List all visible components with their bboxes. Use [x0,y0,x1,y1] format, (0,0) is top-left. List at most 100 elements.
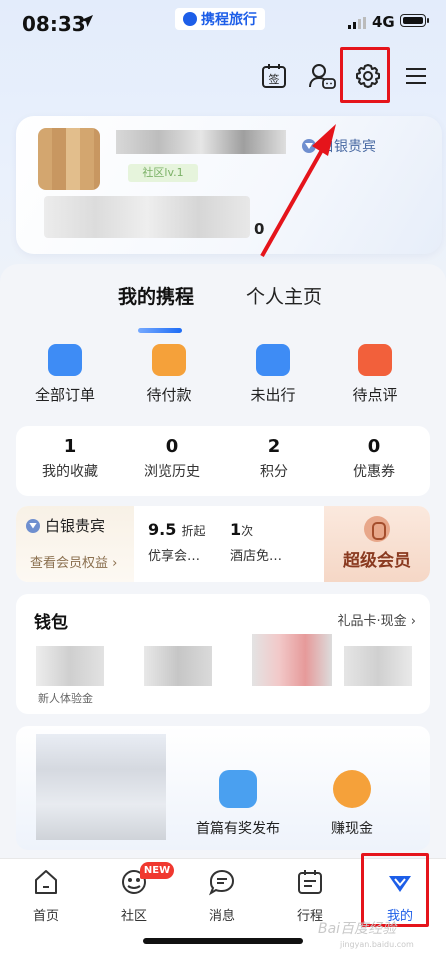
vip-diamond-icon [26,518,40,533]
username-blurred [116,130,286,154]
points-label: 积分 [260,464,288,480]
coupons-count: 0 [367,436,381,457]
svg-text:签: 签 [269,72,280,86]
coupons-label: 优惠券 [353,464,395,480]
customer-service-icon [309,64,336,89]
earn-cash-label: 赚现金 [331,821,373,837]
nav-messages-label: 消息 [208,909,235,924]
brand-logo-icon [183,12,197,26]
coupons-stat[interactable]: 0 优惠券 [324,436,424,481]
hotel-benefit-desc: 酒店免… [230,549,283,564]
status-bar: 08:33 携程旅行 4G [0,0,446,46]
tab-my-ctrip[interactable]: 我的携程 [118,282,194,309]
calendar-icon [298,870,322,894]
membership-tier-panel: 白银贵宾 查看会员权益 › [16,506,134,582]
battery-icon [400,14,429,27]
profile-zero-value: 0 [254,220,265,238]
profile-stats-blurred [44,196,250,238]
checkin-calendar-icon: 签 [262,64,286,88]
all-orders-icon [48,344,82,376]
brand-name: 携程旅行 [201,12,257,28]
status-time: 08:33 [22,12,86,36]
home-indicator [143,938,303,944]
not-traveled-button[interactable]: 未出行 [228,344,318,405]
hamburger-menu-icon [406,68,426,84]
points-count: 2 [267,436,281,457]
tab-personal-homepage[interactable]: 个人主页 [246,282,322,309]
history-stat[interactable]: 0 浏览历史 [122,436,222,481]
review-icon [358,344,392,376]
pending-payment-button[interactable]: 待付款 [124,344,214,405]
vip-label: 白银贵宾 [320,139,376,155]
vip-badge[interactable]: 白银贵宾 [302,136,376,156]
stats-card: 1 我的收藏 0 浏览历史 2 积分 0 优惠券 [16,426,430,496]
nav-messages[interactable]: 消息 [186,867,258,924]
wallet-item-blurred[interactable] [344,646,412,686]
yen-coin-icon [333,770,371,808]
first-post-reward-button[interactable]: 首篇有奖发布 [188,770,288,838]
checkin-button[interactable]: 签 [256,55,292,97]
brand-logo: 携程旅行 [175,8,265,30]
network-type: 4G [372,13,395,31]
membership-card[interactable]: 白银贵宾 查看会员权益 › 9.5 折起 优享会… 1次 酒店免… 超级会员 [16,506,430,582]
tab-active-indicator [138,328,182,333]
hotel-benefit-value: 1 [230,520,242,539]
first-post-reward-label: 首篇有奖发布 [196,821,280,837]
hotel-benefit[interactable]: 1次 酒店免… [230,520,282,564]
history-count: 0 [165,436,179,457]
points-stat[interactable]: 2 积分 [224,436,324,481]
not-traveled-icon [256,344,290,376]
nav-itinerary[interactable]: 行程 [274,867,346,924]
super-member-icon [364,516,390,542]
not-traveled-label: 未出行 [250,386,296,404]
reward-card: 首篇有奖发布 赚现金 [16,726,430,850]
all-orders-label: 全部订单 [34,386,95,404]
hotel-benefit-unit: 次 [241,524,254,538]
pending-review-button[interactable]: 待点评 [330,344,420,405]
vip-diamond-icon [302,139,316,153]
discount-benefit[interactable]: 9.5 折起 优享会… [148,520,205,564]
super-member-label: 超级会员 [343,551,411,571]
wallet-giftcard-link[interactable]: 礼品卡·现金 › [338,610,416,629]
history-label: 浏览历史 [144,464,200,480]
menu-button[interactable] [398,55,434,97]
earn-cash-button[interactable]: 赚现金 [302,770,402,838]
customer-service-button[interactable] [304,55,340,97]
pencil-icon [219,770,257,808]
profile-card[interactable]: 社区lv.1 白银贵宾 0 [16,116,442,254]
super-member-button[interactable]: 超级会员 [324,506,430,582]
nav-community-label: 社区 [120,909,147,924]
home-icon [35,870,57,894]
wallet-title: 钱包 [34,613,68,633]
watermark-sub: jingyan.baidu.com [340,940,414,949]
new-user-label: 新人体验金 [38,692,93,705]
favorites-stat[interactable]: 1 我的收藏 [20,436,120,481]
message-icon [208,869,235,896]
nav-home-label: 首页 [32,909,59,924]
see-rights-link[interactable]: 查看会员权益 › [30,552,117,571]
location-arrow-icon [81,15,93,27]
silver-tier-tag: 白银贵宾 [26,515,105,536]
wallet-card[interactable]: 钱包 礼品卡·现金 › 新人体验金 [16,594,430,714]
new-badge: NEW [140,862,174,879]
signal-icon [348,17,366,29]
favorites-label: 我的收藏 [42,464,98,480]
watermark: Bai百度经验 [318,921,397,937]
wallet-item-blurred[interactable] [252,634,332,686]
avatar[interactable] [38,128,100,190]
pending-review-label: 待点评 [352,386,398,404]
pending-payment-label: 待付款 [146,386,192,404]
main-panel: 我的携程 个人主页 全部订单 待付款 未出行 待点评 1 我的收藏 0 浏览历史 2… [0,264,446,864]
wallet-icon [152,344,186,376]
order-shortcuts: 全部订单 待付款 未出行 待点评 [16,344,430,414]
level-tag[interactable]: 社区lv.1 [128,164,198,182]
wallet-item-blurred[interactable] [144,646,212,686]
tier-label: 白银贵宾 [45,517,106,535]
discount-unit: 折起 [181,524,206,538]
settings-highlight-box [340,47,390,103]
wallet-item-blurred[interactable] [36,646,104,686]
reward-blurred [36,734,166,840]
discount-value: 9.5 [148,520,177,539]
all-orders-button[interactable]: 全部订单 [20,344,110,405]
nav-home[interactable]: 首页 [10,867,82,924]
